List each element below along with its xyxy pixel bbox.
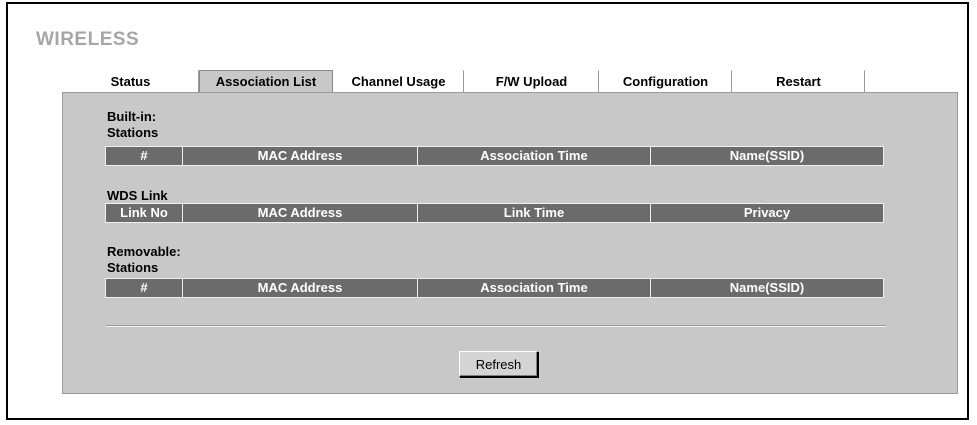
col-number: # (106, 279, 183, 297)
association-list-panel: Built-in: Stations # MAC Address Associa… (62, 92, 958, 394)
wds-table-header: Link No MAC Address Link Time Privacy (105, 203, 884, 223)
col-name-ssid: Name(SSID) (651, 147, 883, 165)
col-link-no: Link No (106, 204, 183, 222)
col-association-time: Association Time (418, 279, 651, 297)
col-name-ssid: Name(SSID) (651, 279, 883, 297)
col-link-time: Link Time (418, 204, 651, 222)
tab-restart[interactable]: Restart (732, 70, 865, 92)
removable-section-label: Removable: Stations (107, 244, 181, 276)
builtin-label-line1: Built-in: (107, 109, 157, 124)
tab-fw-upload[interactable]: F/W Upload (464, 70, 599, 92)
col-mac-address: MAC Address (183, 204, 418, 222)
page-title: WIRELESS (36, 29, 140, 50)
builtin-section-label: Built-in: Stations (107, 109, 158, 141)
tab-bar: Status Association List Channel Usage F/… (62, 70, 865, 92)
refresh-button[interactable]: Refresh (459, 351, 538, 377)
col-privacy: Privacy (651, 204, 883, 222)
removable-label-line1: Removable: (107, 244, 181, 259)
divider (106, 325, 886, 327)
removable-table-header: # MAC Address Association Time Name(SSID… (105, 278, 884, 298)
col-mac-address: MAC Address (183, 147, 418, 165)
builtin-table-header: # MAC Address Association Time Name(SSID… (105, 146, 884, 166)
wds-section-label: WDS Link (107, 188, 168, 203)
col-mac-address: MAC Address (183, 279, 418, 297)
col-association-time: Association Time (418, 147, 651, 165)
tab-status[interactable]: Status (62, 70, 199, 92)
tab-association-list[interactable]: Association List (199, 70, 333, 92)
builtin-label-line2: Stations (107, 125, 159, 140)
tab-configuration[interactable]: Configuration (599, 70, 732, 92)
col-number: # (106, 147, 183, 165)
tab-channel-usage[interactable]: Channel Usage (333, 70, 464, 92)
removable-label-line2: Stations (107, 260, 159, 275)
